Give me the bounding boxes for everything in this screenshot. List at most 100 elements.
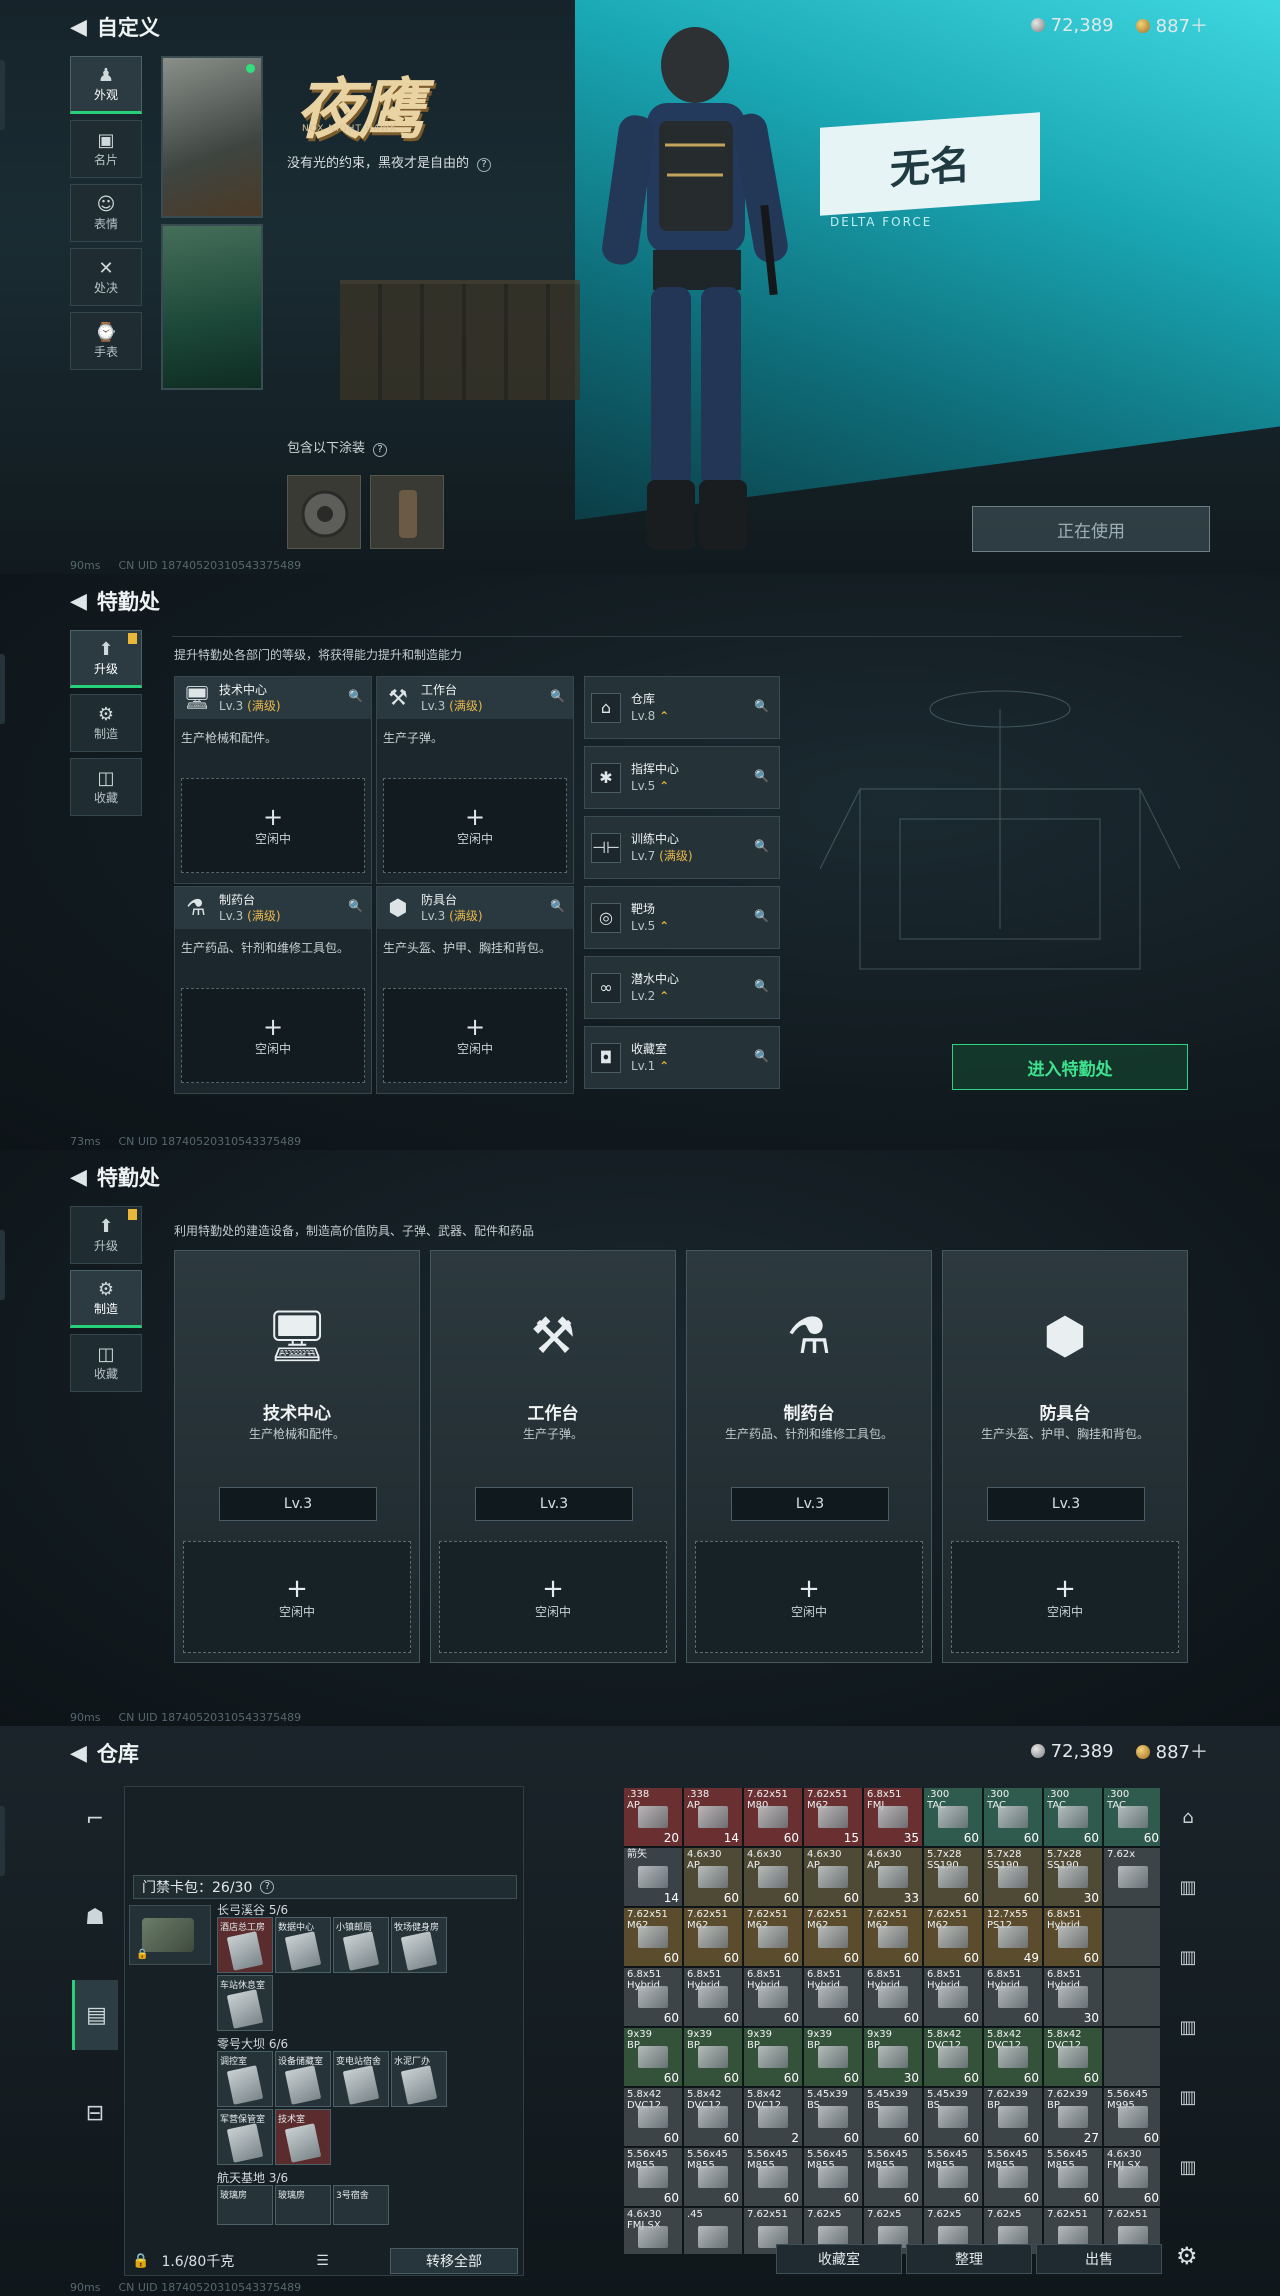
inventory-cell[interactable]: 5.8x42 DVC1260 <box>1044 2028 1102 2086</box>
inventory-cell[interactable]: 7.62x51 M62 60 <box>864 1908 922 1966</box>
inventory-cell[interactable]: 7.62x51 M62 60 <box>744 1908 802 1966</box>
inventory-cell[interactable]: 6.8x51 Hybrid60 <box>924 1968 982 2026</box>
back-icon[interactable]: ◀ <box>70 1165 87 1190</box>
keycard-slot[interactable]: 车站休息室 <box>217 1975 273 2031</box>
inventory-cell[interactable]: 7.62x39 BP 60 <box>984 2088 1042 2146</box>
craft-card-tech-center[interactable]: 🖥 技术中心 生产枪械和配件。 Lv.3 + 空闲中 <box>174 1250 420 1663</box>
search-icon[interactable]: 🔍 <box>348 899 363 913</box>
tab-upgrade[interactable]: ⬆ 升级 <box>70 1206 142 1264</box>
inventory-cell[interactable]: 9x39 BP 60 <box>744 2028 802 2086</box>
inventory-cell[interactable]: 5.45x39 BS 60 <box>864 2088 922 2146</box>
search-icon[interactable]: 🔍 <box>550 899 565 913</box>
tab-upgrade[interactable]: ⬆ 升级 <box>70 630 142 688</box>
keycard-slot[interactable]: 技术室 <box>275 2109 331 2165</box>
skin-swatch-item[interactable] <box>370 475 444 549</box>
search-icon[interactable]: 🔍 <box>754 909 769 923</box>
inventory-cell[interactable]: 6.8x51 Hybrid60 <box>1044 1908 1102 1966</box>
tab-watch[interactable]: ⌚ 手表 <box>70 312 142 370</box>
collection-room-button[interactable]: 收藏室 <box>776 2244 902 2274</box>
inventory-cell[interactable]: 7.62x51 M62 60 <box>924 1908 982 1966</box>
left-edge-handle[interactable] <box>0 1806 5 1876</box>
facility-command-center[interactable]: ✱ 指挥中心 Lv.5 ⌃ 🔍 <box>584 746 780 809</box>
keycard-slot[interactable]: 水泥厂办 <box>391 2051 447 2107</box>
keycard-slot[interactable]: 设备储藏室 <box>275 2051 331 2107</box>
silver-balance[interactable]: 72,389 <box>1030 1741 1114 1762</box>
pistol-icon[interactable]: ⌐ <box>72 1784 118 1854</box>
facility-diving-center[interactable]: ∞ 潜水中心 Lv.2 ⌃ 🔍 <box>584 956 780 1019</box>
inventory-cell[interactable]: 5.56x45 M99560 <box>1104 2088 1160 2146</box>
keycard-slot[interactable]: 数据中心 <box>275 1917 331 1973</box>
inventory-cell[interactable] <box>1104 1968 1160 2026</box>
inventory-cell[interactable]: 6.8x51 Hybrid60 <box>984 1968 1042 2026</box>
inventory-cell[interactable]: .300 TAC 60 <box>1044 1788 1102 1846</box>
silver-balance[interactable]: 72,389 <box>1030 15 1114 36</box>
dept-workbench[interactable]: ⚒ 工作台 Lv.3 (满级) 🔍 生产子弹。 + 空闲中 <box>376 676 574 884</box>
inventory-cell[interactable]: 6.8x51 Hybrid60 <box>864 1968 922 2026</box>
gold-balance[interactable]: 887＋ <box>1135 12 1208 38</box>
inventory-cell[interactable]: 4.6x30 FMJ SX60 <box>1104 2148 1160 2206</box>
tab-emote[interactable]: ☺ 表情 <box>70 184 142 242</box>
inventory-cell[interactable]: 5.7x28 SS19060 <box>984 1848 1042 1906</box>
storage-expansion-icon[interactable]: ▥ <box>1173 2012 1203 2042</box>
dept-tech-center[interactable]: 🖥 技术中心 Lv.3 (满级) 🔍 生产枪械和配件。 + 空闲中 <box>174 676 372 884</box>
inventory-cell[interactable]: 5.56x45 M85560 <box>684 2148 742 2206</box>
inventory-cell[interactable]: 5.56x45 M85560 <box>804 2148 862 2206</box>
inventory-cell[interactable]: 5.56x45 M85560 <box>864 2148 922 2206</box>
tab-collection[interactable]: ◫ 收藏 <box>70 758 142 816</box>
tab-namecard[interactable]: ▣ 名片 <box>70 120 142 178</box>
facility-vault[interactable]: ◘ 收藏室 Lv.1 ⌃ 🔍 <box>584 1026 780 1089</box>
help-icon[interactable]: ? <box>477 158 492 172</box>
search-icon[interactable]: 🔍 <box>754 769 769 783</box>
keycard-slot[interactable]: 玻璃房 <box>217 2185 273 2225</box>
production-slot[interactable]: + 空闲中 <box>183 1541 411 1653</box>
inventory-cell[interactable]: 5.56x45 M85560 <box>744 2148 802 2206</box>
inventory-cell[interactable]: 5.8x42 DVC1260 <box>684 2088 742 2146</box>
inventory-cell[interactable]: .300 TAC 60 <box>1104 1788 1160 1846</box>
craft-card-armor-bench[interactable]: ⬢ 防具台 生产头盔、护甲、胸挂和背包。 Lv.3 + 空闲中 <box>942 1250 1188 1663</box>
sort-button[interactable]: 整理 <box>906 2244 1032 2274</box>
inventory-cell[interactable]: .300 TAC 60 <box>924 1788 982 1846</box>
inventory-cell[interactable]: 5.45x39 BS 60 <box>924 2088 982 2146</box>
keycard-slot[interactable]: 小镇邮局 <box>333 1917 389 1973</box>
inventory-cell[interactable]: 6.8x51 Hybrid60 <box>744 1968 802 2026</box>
sell-button[interactable]: 出售 <box>1036 2244 1162 2274</box>
inventory-cell[interactable]: 6.8x51 Hybrid60 <box>804 1968 862 2026</box>
inventory-cell[interactable]: 9x39 BP 60 <box>624 2028 682 2086</box>
keycard-slot[interactable]: 变电站宿舍 <box>333 2051 389 2107</box>
keycard-slot[interactable]: 玻璃房 <box>275 2185 331 2225</box>
facility-warehouse[interactable]: ⌂ 仓库 Lv.8 ⌃ 🔍 <box>584 676 780 739</box>
lock-icon[interactable]: 🔒 <box>132 2253 149 2269</box>
keycard-case-item[interactable]: 🔒 <box>129 1905 211 1965</box>
helmet-icon[interactable]: ☗ <box>72 1882 118 1952</box>
inventory-cell[interactable]: 6.8x51 FMJ 35 <box>864 1788 922 1846</box>
inventory-cell[interactable]: 6.8x51 Hybrid30 <box>1044 1968 1102 2026</box>
inventory-cell[interactable]: .300 TAC 60 <box>984 1788 1042 1846</box>
inventory-cell[interactable]: 9x39 BP 60 <box>684 2028 742 2086</box>
tab-appearance[interactable]: ♟ 外观 <box>70 56 142 114</box>
inventory-cell[interactable]: .338 AP 14 <box>684 1788 742 1846</box>
back-icon[interactable]: ◀ <box>70 589 87 614</box>
inventory-cell[interactable]: 5.56x45 M85560 <box>984 2148 1042 2206</box>
enter-special-ops-button[interactable]: 进入特勤处 <box>952 1044 1188 1090</box>
inventory-cell[interactable]: 5.8x42 DVC122 <box>744 2088 802 2146</box>
keycard-slot[interactable]: 3号宿舍 <box>333 2185 389 2225</box>
keycard-case-icon[interactable]: ▤ <box>72 1980 118 2050</box>
tab-collection[interactable]: ◫ 收藏 <box>70 1334 142 1392</box>
help-icon[interactable]: ? <box>373 443 388 457</box>
skin-portrait-alt[interactable] <box>161 224 263 390</box>
gold-balance[interactable]: 887＋ <box>1135 1738 1208 1764</box>
help-icon[interactable]: ? <box>260 1880 275 1894</box>
search-icon[interactable]: 🔍 <box>348 689 363 703</box>
inventory-cell[interactable]: 5.45x39 BS 60 <box>804 2088 862 2146</box>
craft-card-workbench[interactable]: ⚒ 工作台 生产子弹。 Lv.3 + 空闲中 <box>430 1250 676 1663</box>
inventory-cell[interactable]: 7.62x51 M62 15 <box>804 1788 862 1846</box>
craft-card-pharmacy[interactable]: ⚗ 制药台 生产药品、针剂和维修工具包。 Lv.3 + 空闲中 <box>686 1250 932 1663</box>
keycard-slot[interactable]: 调控室 <box>217 2051 273 2107</box>
inventory-cell[interactable]: 4.6x30 AP 60 <box>804 1848 862 1906</box>
inventory-cell[interactable]: 5.56x45 M85560 <box>624 2148 682 2206</box>
briefcase-icon[interactable]: ⊟ <box>72 2078 118 2148</box>
production-slot[interactable]: + 空闲中 <box>695 1541 923 1653</box>
left-edge-handle[interactable] <box>0 1230 5 1300</box>
search-icon[interactable]: 🔍 <box>754 979 769 993</box>
back-icon[interactable]: ◀ <box>70 1741 87 1766</box>
